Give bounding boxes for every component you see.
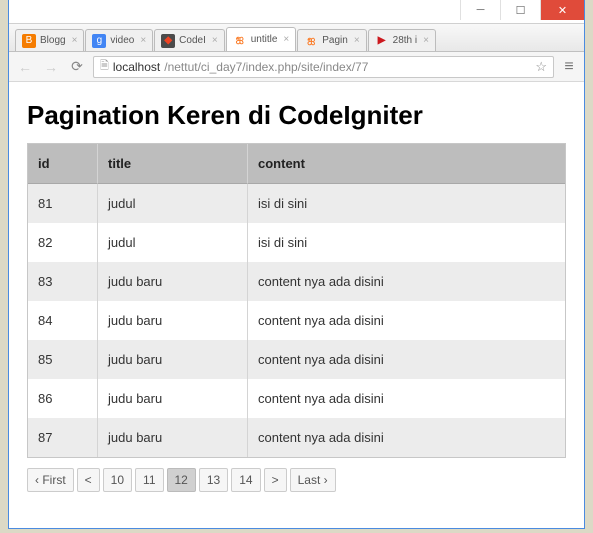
tab-label: 28th i (393, 35, 417, 46)
cell-id: 85 (28, 340, 98, 379)
tab-close-icon[interactable]: × (281, 34, 291, 45)
cell-title: judu baru (98, 340, 248, 379)
cell-id: 84 (28, 301, 98, 340)
tab-close-icon[interactable]: × (421, 35, 431, 46)
close-window-button[interactable]: ✕ (540, 0, 584, 20)
cell-title: judu baru (98, 301, 248, 340)
browser-tab[interactable]: ◆ CodeI × (154, 29, 225, 51)
page-first[interactable]: ‹ First (27, 468, 74, 492)
tab-label: Pagin (322, 35, 348, 46)
blogger-icon: B (22, 34, 36, 48)
cell-content: content nya ada disini (248, 301, 565, 340)
page-number[interactable]: 12 (167, 468, 196, 492)
browser-tab[interactable]: ஐ untitle× (226, 27, 297, 51)
cell-content: content nya ada disini (248, 340, 565, 379)
table-row: 82judulisi di sini (28, 223, 565, 262)
browser-tab[interactable]: gvideo × (85, 29, 153, 51)
table-row: 83judu barucontent nya ada disini (28, 262, 565, 301)
cell-title: judu baru (98, 379, 248, 418)
minimize-button[interactable]: ─ (460, 0, 500, 20)
tab-close-icon[interactable]: × (70, 35, 80, 46)
cell-id: 86 (28, 379, 98, 418)
bookmark-star-icon[interactable]: ☆ (535, 59, 547, 75)
xampp-icon: ஐ (233, 33, 247, 47)
cell-id: 83 (28, 262, 98, 301)
table-row: 81judulisi di sini (28, 184, 565, 223)
page-title: Pagination Keren di CodeIgniter (27, 100, 566, 131)
pagination: ‹ First < 1011121314 > Last › (27, 468, 566, 492)
tab-label: CodeI (179, 35, 206, 46)
tab-label: untitle (251, 34, 278, 45)
toolbar: ← → ⟳ 🗎 localhost/nettut/ci_day7/index.p… (9, 52, 584, 82)
page-number[interactable]: 14 (231, 468, 260, 492)
cell-content: content nya ada disini (248, 379, 565, 418)
cell-title: judu baru (98, 262, 248, 301)
cell-id: 87 (28, 418, 98, 457)
cell-id: 81 (28, 184, 98, 223)
cell-title: judu baru (98, 418, 248, 457)
xampp-icon: ஐ (304, 34, 318, 48)
tab-close-icon[interactable]: × (138, 35, 148, 46)
cell-content: content nya ada disini (248, 418, 565, 457)
page-last[interactable]: Last › (290, 468, 336, 492)
address-bar[interactable]: 🗎 localhost/nettut/ci_day7/index.php/sit… (93, 56, 554, 78)
page-content: Pagination Keren di CodeIgniter id title… (9, 82, 584, 528)
page-number[interactable]: 13 (199, 468, 228, 492)
page-number[interactable]: 10 (103, 468, 132, 492)
table-header-row: id title content (28, 144, 565, 184)
maximize-button[interactable]: ☐ (500, 0, 540, 20)
browser-window: ─ ☐ ✕ BBlogg×gvideo×◆CodeI×ஐuntitle×ஐPag… (8, 0, 585, 529)
cell-title: judul (98, 223, 248, 262)
tab-label: video (110, 35, 134, 46)
url-host: localhost (113, 60, 160, 74)
tab-label: Blogg (40, 35, 66, 46)
cell-content: isi di sini (248, 184, 565, 223)
data-table: id title content 81judulisi di sini82jud… (27, 143, 566, 458)
reload-button[interactable]: ⟳ (67, 57, 87, 77)
codeigniter-icon: ◆ (161, 34, 175, 48)
browser-tab[interactable]: ▶ 28th i × (368, 29, 436, 51)
table-row: 85judu barucontent nya ada disini (28, 340, 565, 379)
browser-tab[interactable]: B Blogg × (15, 29, 84, 51)
youtube-icon: ▶ (375, 34, 389, 48)
tab-close-icon[interactable]: × (210, 35, 220, 46)
table-row: 87judu barucontent nya ada disini (28, 418, 565, 457)
window-titlebar: ─ ☐ ✕ (9, 0, 584, 24)
cell-id: 82 (28, 223, 98, 262)
page-number[interactable]: 11 (135, 468, 163, 492)
page-next[interactable]: > (264, 468, 287, 492)
cell-content: isi di sini (248, 223, 565, 262)
col-content: content (248, 144, 565, 184)
back-button[interactable]: ← (15, 57, 35, 77)
browser-tab[interactable]: ஐ Pagin × (297, 29, 366, 51)
cell-title: judul (98, 184, 248, 223)
col-title: title (98, 144, 248, 184)
tab-strip: BBlogg×gvideo×◆CodeI×ஐuntitle×ஐPagin×▶28… (9, 24, 584, 52)
google-icon: g (92, 34, 106, 48)
url-path: /nettut/ci_day7/index.php/site/index/77 (164, 60, 368, 74)
table-row: 84judu barucontent nya ada disini (28, 301, 565, 340)
page-prev[interactable]: < (77, 468, 100, 492)
chrome-menu-button[interactable]: ≡ (560, 58, 578, 76)
col-id: id (28, 144, 98, 184)
forward-button[interactable]: → (41, 57, 61, 77)
cell-content: content nya ada disini (248, 262, 565, 301)
table-row: 86judu barucontent nya ada disini (28, 379, 565, 418)
tab-close-icon[interactable]: × (352, 35, 362, 46)
page-icon: 🗎 (100, 57, 109, 76)
